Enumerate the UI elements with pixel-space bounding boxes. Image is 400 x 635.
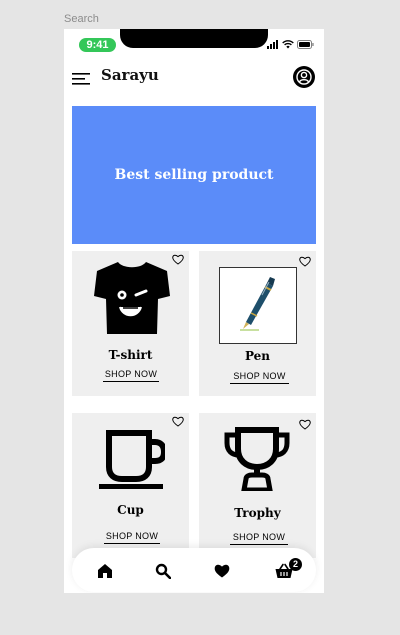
user-icon	[296, 69, 312, 85]
battery-icon	[297, 40, 314, 49]
product-card-pen[interactable]: Pen SHOP NOW	[199, 251, 316, 396]
shop-now-button[interactable]: SHOP NOW	[230, 532, 288, 545]
cup-icon	[99, 430, 165, 489]
product-name: Trophy	[234, 506, 281, 520]
shop-now-button[interactable]: SHOP NOW	[230, 371, 289, 384]
shop-now-button[interactable]: SHOP NOW	[103, 369, 159, 382]
product-name: Cup	[117, 503, 144, 517]
product-name: T-shirt	[108, 348, 153, 362]
profile-button[interactable]	[293, 66, 315, 88]
frame-label: Search	[64, 13, 99, 25]
product-card-cup[interactable]: Cup SHOP NOW	[72, 413, 189, 558]
pen-icon	[219, 267, 297, 344]
shop-now-button[interactable]: SHOP NOW	[104, 531, 160, 544]
tshirt-icon	[94, 262, 170, 334]
promo-banner[interactable]: Best selling product	[72, 106, 316, 244]
phone-screen: 9:41 Sarayu Best selling product T-shirt…	[64, 29, 324, 593]
status-icons	[267, 40, 315, 50]
home-icon[interactable]	[97, 563, 113, 579]
cart-count-badge: 2	[289, 558, 302, 571]
notch	[120, 29, 268, 48]
search-icon[interactable]	[155, 563, 171, 579]
favorite-icon[interactable]	[299, 256, 311, 267]
bottom-nav: 2	[72, 548, 316, 592]
trophy-icon	[224, 427, 290, 491]
banner-text: Best selling product	[114, 167, 274, 183]
favorite-icon[interactable]	[172, 254, 184, 265]
favorite-icon[interactable]	[299, 419, 311, 430]
app-title: Sarayu	[101, 66, 159, 84]
product-card-tshirt[interactable]: T-shirt SHOP NOW	[72, 251, 189, 396]
heart-icon[interactable]	[214, 563, 230, 579]
signal-icon	[267, 40, 278, 49]
product-card-trophy[interactable]: Trophy SHOP NOW	[199, 413, 316, 558]
wifi-icon	[282, 40, 294, 49]
status-time: 9:41	[79, 38, 116, 52]
favorite-icon[interactable]	[172, 416, 184, 427]
product-name: Pen	[244, 349, 271, 363]
menu-icon[interactable]	[72, 72, 90, 85]
